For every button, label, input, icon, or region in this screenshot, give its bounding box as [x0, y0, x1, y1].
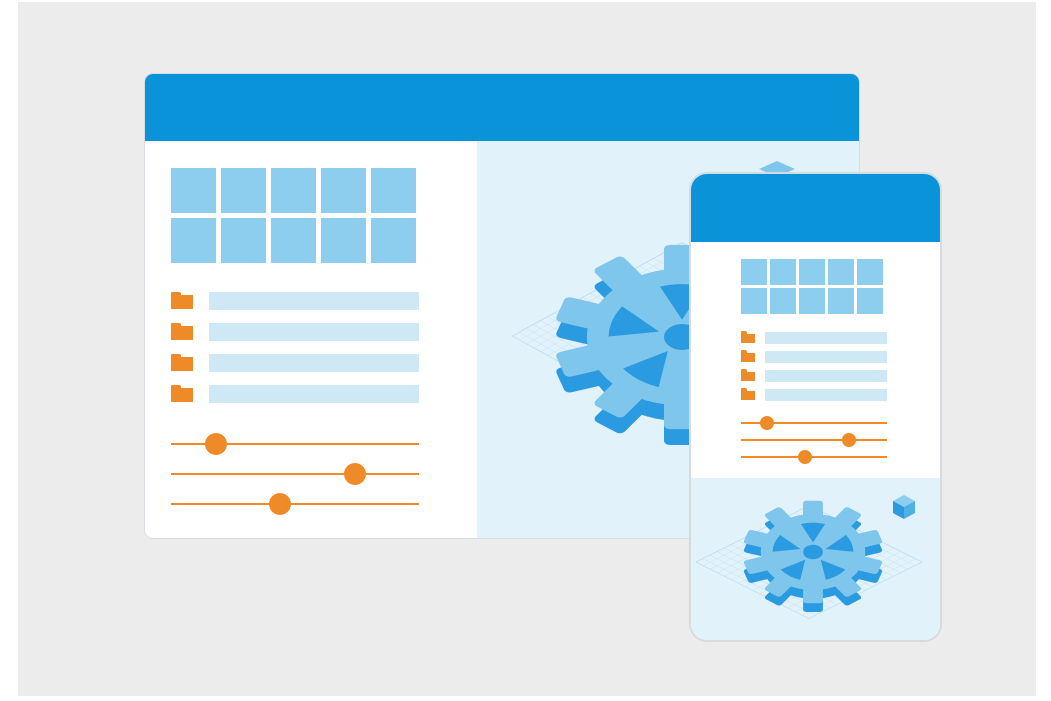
- slider[interactable]: [741, 433, 887, 447]
- list-item-bar: [765, 370, 887, 382]
- list-item-bar: [209, 292, 419, 310]
- slider[interactable]: [171, 433, 419, 455]
- desktop-title-bar: [145, 74, 859, 141]
- tile[interactable]: [271, 168, 316, 213]
- tile[interactable]: [371, 168, 416, 213]
- slider[interactable]: [171, 493, 419, 515]
- folder-icon: [741, 388, 755, 400]
- illustration-canvas: [18, 2, 1036, 696]
- list-item-bar: [209, 354, 419, 372]
- list-item[interactable]: [741, 388, 887, 401]
- tile[interactable]: [221, 168, 266, 213]
- list-item[interactable]: [171, 292, 419, 310]
- list-item[interactable]: [171, 385, 419, 403]
- tile[interactable]: [828, 288, 854, 314]
- tile[interactable]: [321, 218, 366, 263]
- slider-knob[interactable]: [760, 416, 775, 430]
- folder-icon: [171, 292, 193, 309]
- slider-knob[interactable]: [204, 433, 227, 455]
- list-item[interactable]: [741, 331, 887, 344]
- folder-icon: [741, 331, 755, 343]
- slider-knob[interactable]: [343, 463, 366, 485]
- list-item[interactable]: [171, 323, 419, 341]
- slider[interactable]: [741, 450, 887, 464]
- list-item-bar: [209, 323, 419, 341]
- tile[interactable]: [770, 259, 796, 285]
- desktop-tile-grid: [171, 168, 416, 263]
- desktop-left-pane: [145, 141, 477, 538]
- tile[interactable]: [741, 288, 767, 314]
- tile[interactable]: [271, 218, 316, 263]
- tile[interactable]: [741, 259, 767, 285]
- list-item-bar: [765, 351, 887, 363]
- list-item[interactable]: [741, 350, 887, 363]
- tile[interactable]: [171, 168, 216, 213]
- list-item-bar: [765, 389, 887, 401]
- tile[interactable]: [321, 168, 366, 213]
- mobile-window: [691, 174, 940, 640]
- gear-illustration: [695, 495, 923, 619]
- list-item-bar: [209, 385, 419, 403]
- list-item[interactable]: [741, 369, 887, 382]
- folder-icon: [741, 369, 755, 381]
- list-item-bar: [765, 332, 887, 344]
- cube-icon: [893, 495, 915, 519]
- slider-knob[interactable]: [842, 433, 857, 447]
- tile[interactable]: [799, 288, 825, 314]
- folder-icon: [171, 354, 193, 371]
- slider[interactable]: [741, 416, 887, 430]
- tile[interactable]: [828, 259, 854, 285]
- tile[interactable]: [221, 218, 266, 263]
- tile[interactable]: [799, 259, 825, 285]
- mobile-content: [691, 174, 940, 478]
- tile[interactable]: [857, 288, 883, 314]
- slider[interactable]: [171, 463, 419, 485]
- list-item[interactable]: [171, 354, 419, 372]
- mobile-tile-grid: [741, 259, 883, 314]
- slider-knob[interactable]: [269, 493, 292, 515]
- folder-icon: [741, 350, 755, 362]
- folder-icon: [171, 323, 193, 340]
- folder-icon: [171, 385, 193, 402]
- tile[interactable]: [770, 288, 796, 314]
- tile[interactable]: [171, 218, 216, 263]
- tile[interactable]: [857, 259, 883, 285]
- slider-knob[interactable]: [798, 450, 813, 464]
- tile[interactable]: [371, 218, 416, 263]
- mobile-illustration-pane: [691, 478, 940, 640]
